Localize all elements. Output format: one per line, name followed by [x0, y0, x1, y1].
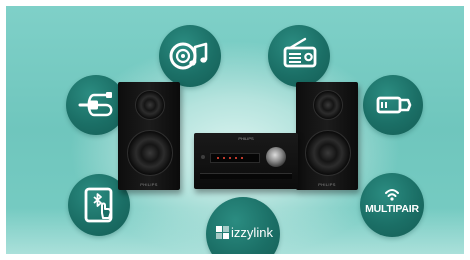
- multipair-label: MULTIPAIR: [365, 203, 419, 215]
- cd-slot: [200, 173, 292, 179]
- right-woofer: [305, 130, 351, 176]
- izzylink-logo: izzylink: [206, 197, 280, 254]
- music-cd-icon: [159, 25, 221, 87]
- volume-knob: [266, 147, 286, 167]
- main-unit-display: [210, 153, 260, 163]
- left-tweeter: [135, 90, 165, 120]
- multipair-logo: MULTIPAIR: [360, 173, 424, 237]
- main-unit-button: [201, 155, 205, 159]
- right-tweeter: [313, 90, 343, 120]
- izzylink-label: izzylink: [231, 225, 273, 240]
- left-speaker-brand: PHILIPS: [140, 182, 158, 187]
- audio-cable-icon: [66, 75, 126, 135]
- main-unit: PHILIPS: [194, 133, 298, 189]
- main-unit-brand: PHILIPS: [238, 136, 254, 141]
- left-speaker: PHILIPS: [118, 82, 180, 190]
- right-speaker-brand: PHILIPS: [318, 182, 336, 187]
- usb-icon: [363, 75, 423, 135]
- left-woofer: [127, 130, 173, 176]
- radio-icon: [268, 25, 330, 87]
- right-speaker: PHILIPS: [296, 82, 358, 190]
- product-scene: izzylink MULTIPAIR PHILIPS PHILIPS PHILI…: [6, 6, 464, 254]
